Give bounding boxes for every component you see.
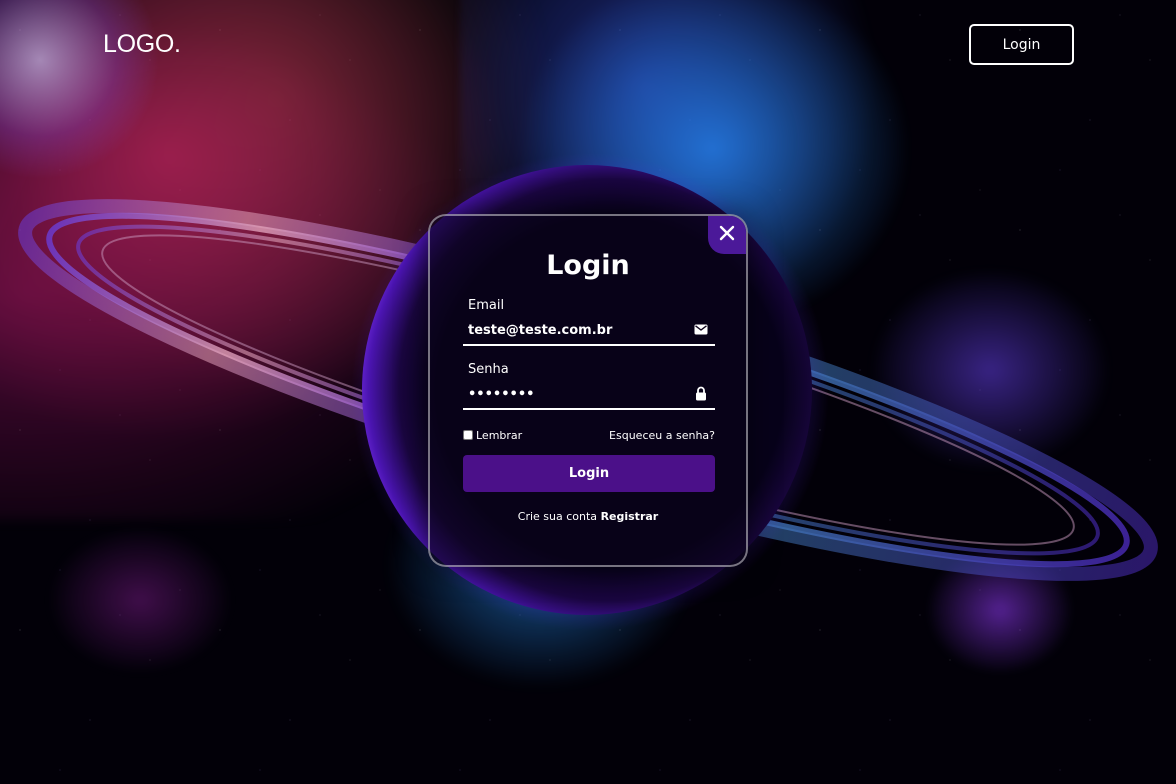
remember-row: Lembrar Esqueceu a senha?	[463, 427, 715, 443]
password-field: Senha	[463, 360, 715, 410]
logo[interactable]: LOGO.	[103, 30, 181, 59]
email-label: Email	[468, 298, 505, 313]
submit-login-button[interactable]: Login	[463, 455, 715, 492]
register-link[interactable]: Registrar	[601, 510, 659, 523]
register-row: Crie sua conta Registrar	[430, 510, 746, 523]
register-prompt: Crie sua conta	[517, 510, 598, 523]
password-input[interactable]	[468, 384, 688, 404]
remember-label: Lembrar	[476, 428, 523, 442]
close-icon	[719, 225, 735, 245]
email-field: Email	[463, 296, 715, 346]
email-input[interactable]	[468, 320, 688, 340]
envelope-icon	[693, 321, 709, 337]
close-button[interactable]	[708, 216, 746, 254]
header-login-button[interactable]: Login	[969, 24, 1074, 65]
lock-icon	[693, 385, 709, 401]
forgot-password-link[interactable]: Esqueceu a senha?	[609, 429, 715, 442]
login-title: Login	[546, 250, 630, 281]
password-label: Senha	[468, 362, 509, 377]
remember-checkbox[interactable]	[463, 430, 473, 440]
remember-option[interactable]: Lembrar	[463, 429, 522, 442]
login-card: Login Email Senha Lembrar Esqueceu a sen…	[428, 214, 748, 567]
